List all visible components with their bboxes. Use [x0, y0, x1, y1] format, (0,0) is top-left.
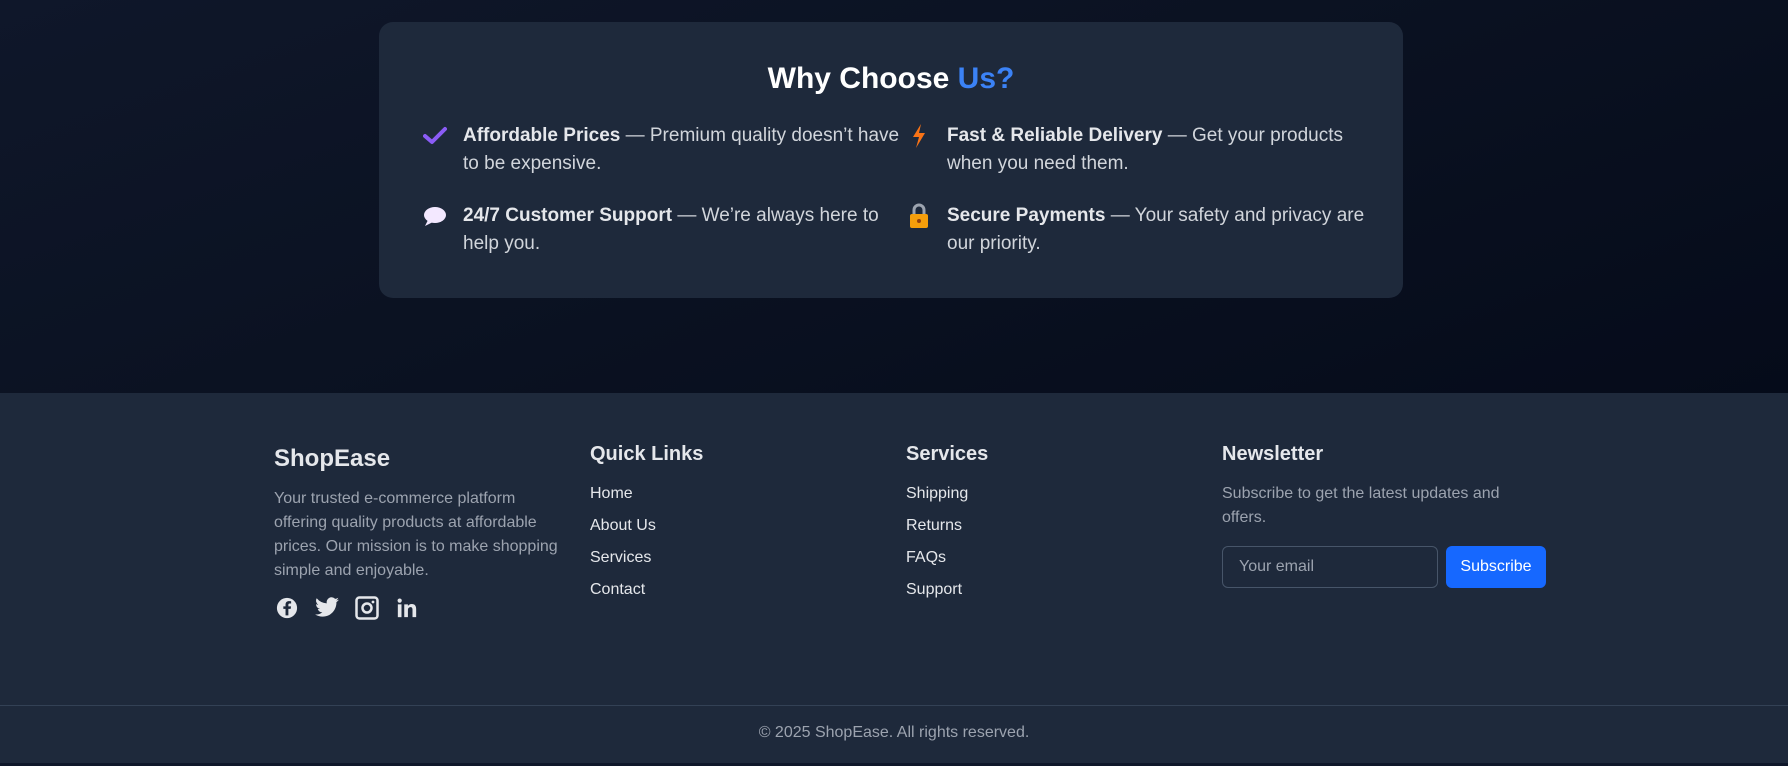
- why-choose-title: Why Choose Us?: [379, 62, 1403, 96]
- facebook-icon[interactable]: [274, 595, 300, 621]
- copyright-text: © 2025 ShopEase. All rights reserved.: [758, 724, 1030, 741]
- footer-services: Services Shipping Returns FAQs Support: [906, 443, 1156, 610]
- newsletter-form: Subscribe: [1222, 546, 1562, 588]
- subscribe-button[interactable]: Subscribe: [1446, 546, 1546, 588]
- why-title-accent: Us?: [957, 62, 1015, 95]
- footer-brand: ShopEase: [274, 445, 391, 472]
- footer-link-faqs[interactable]: FAQs: [906, 546, 1156, 570]
- lightning-icon: [903, 122, 935, 150]
- feature-title: Fast & Reliable Delivery: [947, 125, 1163, 146]
- footer-about: ShopEase Your trusted e-commerce platfor…: [274, 443, 564, 621]
- why-title-main: Why Choose: [767, 62, 950, 95]
- feature-secure-payments: Secure Payments — Your safety and privac…: [910, 202, 1387, 258]
- twitter-icon[interactable]: [314, 595, 340, 621]
- footer-link-contact[interactable]: Contact: [590, 578, 840, 602]
- feature-affordable-prices: Affordable Prices — Premium quality does…: [423, 122, 903, 178]
- footer-link-shipping[interactable]: Shipping: [906, 482, 1156, 506]
- feature-customer-support: 24/7 Customer Support — We’re always her…: [424, 202, 903, 258]
- speech-bubble-icon: [419, 202, 451, 230]
- feature-title: 24/7 Customer Support: [463, 205, 673, 226]
- footer-link-support[interactable]: Support: [906, 578, 1156, 602]
- quick-links-title: Quick Links: [590, 443, 704, 465]
- footer-divider: [0, 705, 1788, 706]
- footer-link-about[interactable]: About Us: [590, 514, 840, 538]
- feature-title: Secure Payments: [947, 205, 1106, 226]
- site-footer: ShopEase Your trusted e-commerce platfor…: [0, 393, 1788, 766]
- newsletter-title: Newsletter: [1222, 443, 1324, 465]
- footer-newsletter: Newsletter Subscribe to get the latest u…: [1222, 443, 1562, 588]
- why-choose-section: Why Choose Us? Affordable Prices — Premi…: [0, 0, 1788, 393]
- linkedin-icon[interactable]: [394, 595, 420, 621]
- footer-description: Your trusted e-commerce platform offerin…: [274, 490, 558, 579]
- lock-icon: [903, 202, 935, 230]
- feature-title: Affordable Prices: [463, 125, 621, 146]
- footer-link-services[interactable]: Services: [590, 546, 840, 570]
- newsletter-text: Subscribe to get the latest updates and …: [1222, 485, 1500, 526]
- instagram-icon[interactable]: [354, 595, 380, 621]
- footer-link-home[interactable]: Home: [590, 482, 840, 506]
- footer-link-returns[interactable]: Returns: [906, 514, 1156, 538]
- newsletter-email-input[interactable]: [1222, 546, 1438, 588]
- feature-fast-delivery: Fast & Reliable Delivery — Get your prod…: [913, 122, 1387, 178]
- checkmark-icon: [419, 122, 451, 150]
- social-links: [274, 595, 564, 621]
- services-title: Services: [906, 443, 989, 465]
- footer-quick-links: Quick Links Home About Us Services Conta…: [590, 443, 840, 610]
